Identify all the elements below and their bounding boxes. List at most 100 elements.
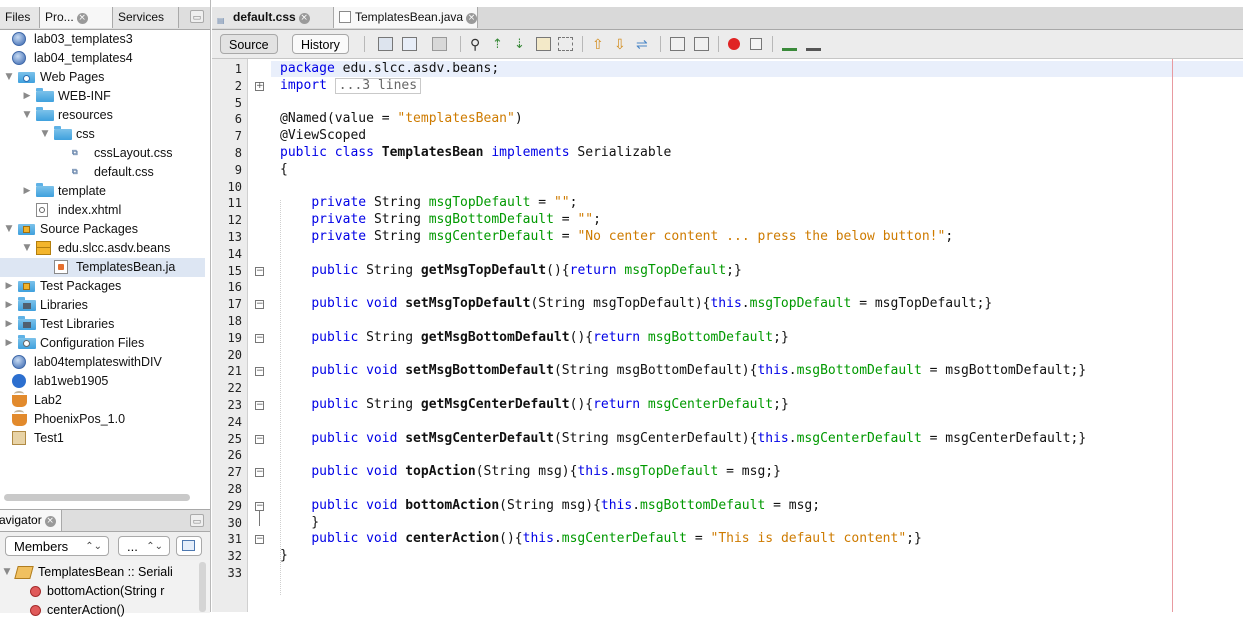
code-token: msgBottomDefault xyxy=(647,329,774,345)
chevron-right-icon[interactable]: ▶ xyxy=(4,277,14,296)
project-tree[interactable]: lab03_templates3 lab04_templates4 ▼ Web Pag… xyxy=(0,30,205,485)
tab-templatesbean-java[interactable]: TemplatesBean.java × xyxy=(334,7,478,28)
members-filter-select[interactable]: Members ⌃⌄ xyxy=(5,536,109,556)
tree-item[interactable]: Test1 xyxy=(0,429,205,448)
code-token: public void xyxy=(311,531,406,547)
navigator-second-select[interactable]: ... ⌃⌄ xyxy=(118,536,170,556)
code-token: return xyxy=(569,262,625,278)
close-icon[interactable]: × xyxy=(44,516,56,527)
tree-item[interactable]: ⧉ default.css xyxy=(0,163,205,182)
fold-collapse-icon[interactable]: − xyxy=(255,333,264,343)
tab-default-css[interactable]: ▤ default.css × xyxy=(212,7,334,28)
tree-item[interactable]: lab04_templates4 xyxy=(0,49,205,68)
chevron-down-icon[interactable]: ▼ xyxy=(40,125,50,144)
toggle-highlight-icon[interactable] xyxy=(536,37,551,51)
source-button-label: Source xyxy=(229,38,269,52)
tree-item[interactable]: ▶ Configuration Files xyxy=(0,334,205,353)
record-macro-icon[interactable] xyxy=(728,38,740,50)
fold-collapse-icon[interactable]: − xyxy=(255,501,264,511)
code-token: @ViewScoped xyxy=(280,128,367,144)
tree-item[interactable]: lab1web1905 xyxy=(0,372,205,391)
fold-collapse-icon[interactable]: − xyxy=(255,266,264,276)
tree-item[interactable]: ▼ Source Packages xyxy=(0,220,205,239)
fold-collapse-icon[interactable]: − xyxy=(255,401,264,410)
previous-bookmark-icon[interactable]: ⇧ xyxy=(592,37,607,51)
chevron-down-icon[interactable]: ▼ xyxy=(4,68,14,87)
fold-expand-icon[interactable]: + xyxy=(255,81,264,91)
folded-code-chip[interactable]: ...3 lines xyxy=(334,77,422,94)
find-previous-icon[interactable]: ⇡ xyxy=(492,37,507,51)
chevron-right-icon[interactable]: ▶ xyxy=(4,296,14,315)
shift-left-icon[interactable] xyxy=(670,37,685,51)
tree-item[interactable]: ▼ css xyxy=(0,125,205,144)
code-token: topAction xyxy=(405,464,476,480)
tree-item[interactable]: ▼ Web Pages xyxy=(0,68,205,87)
close-icon[interactable]: × xyxy=(298,13,310,24)
tree-item[interactable]: lab03_templates3 xyxy=(0,30,205,49)
tree-item[interactable]: ▶ Test Libraries xyxy=(0,315,205,334)
tab-files[interactable]: Files xyxy=(0,7,40,28)
fold-collapse-icon[interactable]: − xyxy=(255,535,264,545)
fold-collapse-icon[interactable]: − xyxy=(255,434,264,444)
fold-collapse-icon[interactable]: − xyxy=(255,468,264,478)
tree-item[interactable]: ▼ edu.slcc.asdv.beans xyxy=(0,239,205,258)
minimize-icon[interactable]: ▭ xyxy=(190,10,204,23)
tree-item[interactable]: PhoenixPos_1.0 xyxy=(0,410,205,429)
tree-item[interactable]: TemplatesBean.ja xyxy=(0,258,205,277)
tree-item[interactable]: ▶ Libraries xyxy=(0,296,205,315)
chevron-down-icon[interactable]: ▼ xyxy=(22,106,32,125)
line-number: 23 xyxy=(227,398,242,412)
comment-icon[interactable] xyxy=(782,37,797,51)
last-edit-icon[interactable] xyxy=(378,37,393,51)
tree-item[interactable]: lab04templateswithDIV xyxy=(0,353,205,372)
tree-item[interactable]: Lab2 xyxy=(0,391,205,410)
source-button[interactable]: Source xyxy=(220,34,278,54)
navigator-view-button[interactable] xyxy=(176,536,202,556)
chevron-right-icon[interactable]: ▶ xyxy=(4,334,14,353)
tree-item-label: cssLayout.css xyxy=(94,146,173,160)
shift-right-icon[interactable] xyxy=(694,37,709,51)
toggle-bookmark-icon[interactable]: ⇌ xyxy=(636,37,651,51)
tree-item-label: PhoenixPos_1.0 xyxy=(34,412,126,426)
tree-item[interactable]: ⧉ cssLayout.css xyxy=(0,144,205,163)
code-token: msgBottomDefault xyxy=(428,212,554,228)
code-token: implements xyxy=(491,145,578,160)
chevron-right-icon[interactable]: ▶ xyxy=(22,182,32,201)
chevron-right-icon[interactable]: ▶ xyxy=(4,315,14,334)
next-bookmark-icon[interactable]: ⇩ xyxy=(614,37,629,51)
minimize-icon[interactable]: ▭ xyxy=(190,514,204,527)
tree-item[interactable]: ▼ resources xyxy=(0,106,205,125)
chevron-down-icon[interactable]: ▼ xyxy=(4,220,14,239)
tab-projects[interactable]: Pro... × xyxy=(40,7,113,28)
chevron-down-icon[interactable]: ▼ xyxy=(22,239,32,258)
fold-collapse-icon[interactable]: − xyxy=(255,300,264,310)
back-icon[interactable] xyxy=(402,37,417,51)
tree-item[interactable]: index.xhtml xyxy=(0,201,205,220)
find-icon[interactable]: ⚲ xyxy=(470,37,485,51)
tree-horizontal-scrollbar[interactable] xyxy=(4,494,190,501)
forward-icon[interactable] xyxy=(432,37,447,51)
code-token: "No center content ... press the below b… xyxy=(577,229,946,244)
tree-item[interactable]: ▶ WEB-INF xyxy=(0,87,205,106)
find-next-icon[interactable]: ⇣ xyxy=(514,37,529,51)
fold-collapse-icon[interactable]: − xyxy=(255,367,264,377)
tab-services[interactable]: Services xyxy=(113,7,179,28)
close-icon[interactable]: × xyxy=(466,13,478,24)
code-token: ; xyxy=(593,212,601,228)
rectangular-selection-icon[interactable] xyxy=(558,37,573,51)
code-token: = msgTopDefault;} xyxy=(851,296,993,312)
code-token: . xyxy=(788,430,797,446)
tree-item[interactable]: ▶ Test Packages xyxy=(0,277,205,296)
code-token: . xyxy=(553,531,562,547)
chevron-right-icon[interactable]: ▶ xyxy=(22,87,32,106)
tree-item[interactable]: ▶ template xyxy=(0,182,205,201)
stop-macro-icon[interactable] xyxy=(750,38,762,50)
history-button[interactable]: History xyxy=(292,34,349,54)
tab-navigator[interactable]: avigator × xyxy=(0,510,62,531)
navigator-vertical-scrollbar[interactable] xyxy=(199,562,206,612)
list-view-icon xyxy=(182,540,195,551)
uncomment-icon[interactable] xyxy=(806,37,821,51)
left-tab-strip: Files Pro... × Services ▭ xyxy=(0,7,210,30)
close-icon[interactable]: × xyxy=(76,13,88,24)
